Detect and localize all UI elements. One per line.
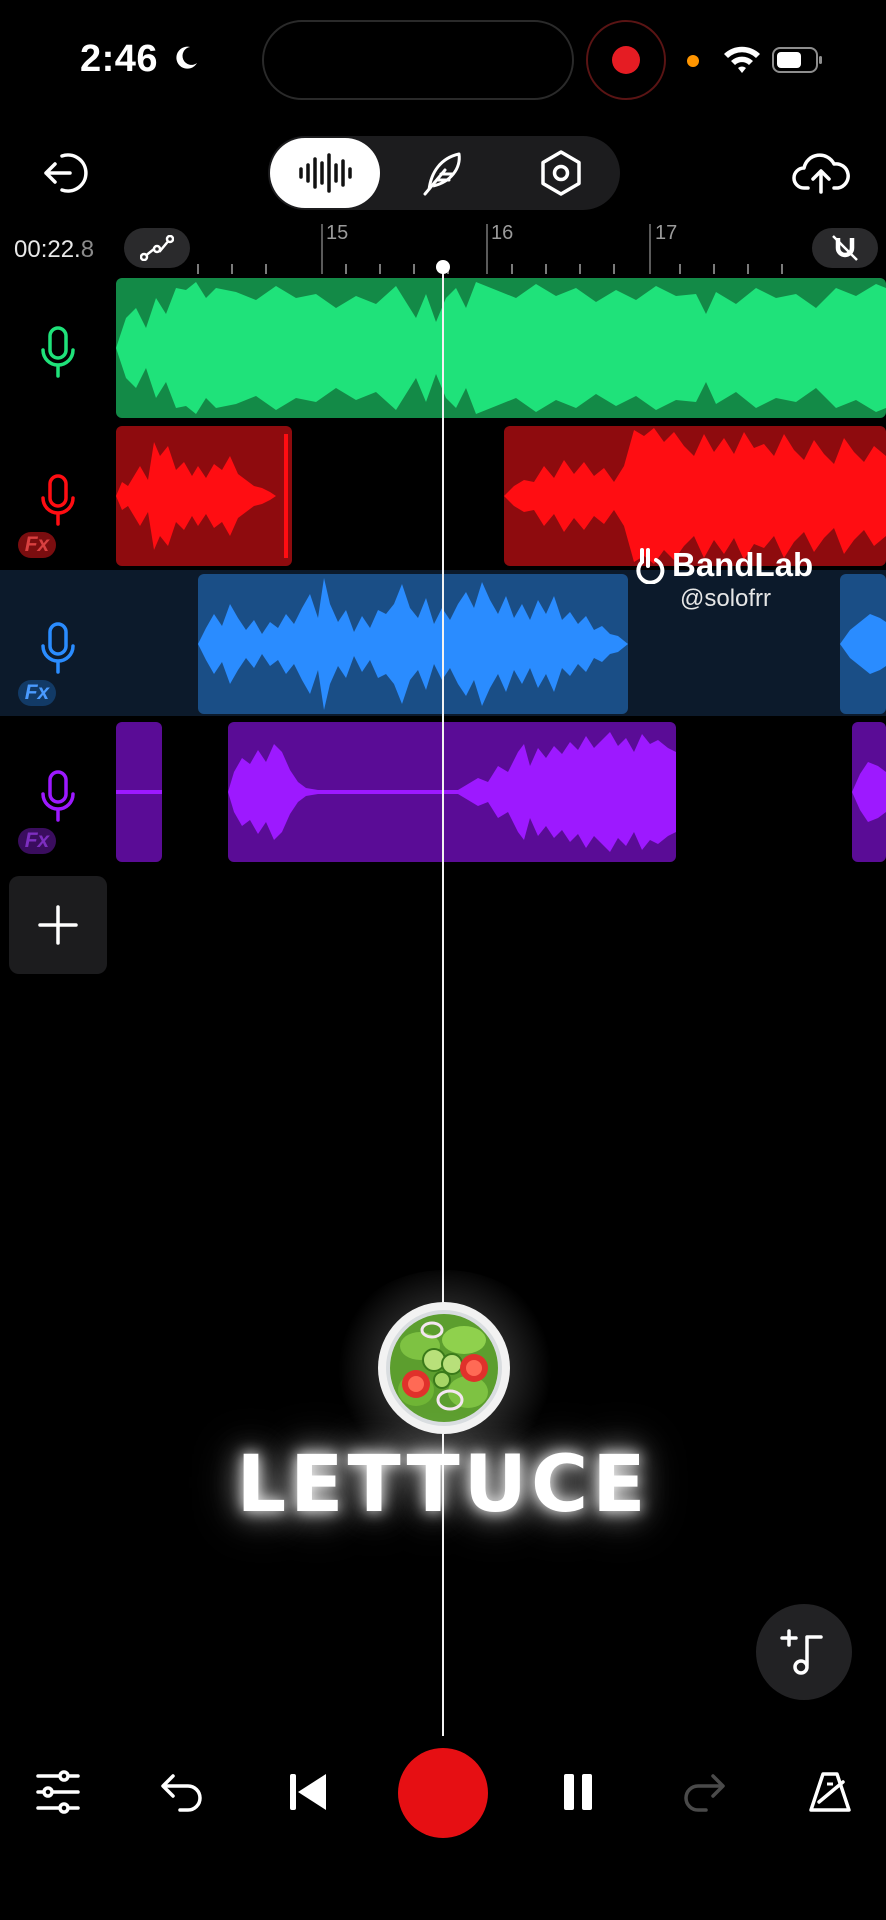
track-4-clip-c[interactable] (852, 722, 886, 862)
track-2-clip-b[interactable] (504, 426, 886, 566)
bar-label-15: 15 (326, 222, 349, 244)
cloud-upload-icon[interactable] (792, 150, 850, 196)
skip-to-start-button[interactable] (278, 1762, 338, 1822)
track-2-header[interactable]: Fx (0, 422, 116, 568)
microphone-icon (41, 474, 75, 526)
time-whole: 00:22. (14, 236, 81, 263)
bar-label-16: 16 (491, 222, 514, 244)
sliders-icon (36, 1770, 80, 1814)
snap-toggle-button[interactable] (812, 228, 878, 268)
pause-icon (564, 1774, 592, 1810)
edit-mode-button[interactable] (388, 138, 498, 208)
track-3-clip-a[interactable] (198, 574, 628, 714)
fx-badge[interactable]: Fx (18, 828, 56, 854)
redo-icon (684, 1774, 725, 1812)
bandlab-logo-icon (636, 548, 665, 584)
moon-icon (176, 46, 197, 69)
salad-bowl-icon (378, 1302, 510, 1434)
status-time: 2:46 (80, 38, 159, 80)
plus-icon (38, 905, 78, 945)
dynamic-island (262, 20, 574, 100)
wifi-icon (724, 46, 760, 73)
track-1-clip[interactable] (116, 278, 886, 418)
playhead-time: 00:22.8 (14, 236, 94, 264)
time-fraction: 8 (80, 236, 95, 263)
track-4-clip-a[interactable] (116, 722, 162, 862)
mixer-button[interactable] (28, 1762, 88, 1822)
settings-mode-button[interactable] (506, 138, 616, 208)
track-4-clip-b[interactable] (228, 722, 676, 862)
metronome-icon (809, 1772, 851, 1812)
track-1-header[interactable] (0, 274, 116, 420)
battery-icon (772, 47, 822, 73)
feather-icon (423, 152, 461, 196)
automation-icon (140, 235, 174, 261)
hexagon-settings-icon (541, 150, 581, 196)
microphone-icon (41, 770, 75, 822)
fx-badge[interactable]: Fx (18, 680, 56, 706)
add-track-button[interactable] (9, 876, 107, 974)
track-4-header[interactable]: Fx (0, 718, 116, 864)
microphone-icon (41, 326, 75, 378)
waveform-mode-button[interactable] (270, 138, 380, 208)
bandlab-watermark: BandLab (628, 546, 813, 584)
undo-button[interactable] (152, 1762, 212, 1822)
metronome-button[interactable] (800, 1762, 860, 1822)
skip-back-icon (290, 1774, 326, 1810)
track-3-clip-b[interactable] (840, 574, 886, 714)
add-music-note-icon (780, 1629, 823, 1675)
track-3-header[interactable]: Fx (0, 570, 116, 716)
playhead-handle[interactable] (436, 260, 450, 274)
track-2-clip-a[interactable] (116, 426, 292, 566)
record-dot-icon (612, 46, 640, 74)
undo-icon (161, 1774, 202, 1812)
pause-button[interactable] (548, 1762, 608, 1822)
automation-button[interactable] (124, 228, 190, 268)
record-button[interactable] (398, 1748, 488, 1838)
mic-in-use-dot (687, 55, 699, 67)
exit-icon[interactable] (40, 150, 90, 196)
redo-button[interactable] (674, 1762, 734, 1822)
bandlab-brand: BandLab (672, 546, 814, 583)
add-instrument-button[interactable] (756, 1604, 852, 1700)
microphone-icon (41, 622, 75, 674)
creator-handle: @solofrr (680, 585, 772, 612)
fx-badge[interactable]: Fx (18, 532, 56, 558)
magnet-off-icon (832, 235, 858, 261)
waveform-icon (299, 153, 352, 193)
bar-label-17: 17 (655, 222, 678, 244)
lettuce-caption: LETTUCE (236, 1440, 650, 1530)
